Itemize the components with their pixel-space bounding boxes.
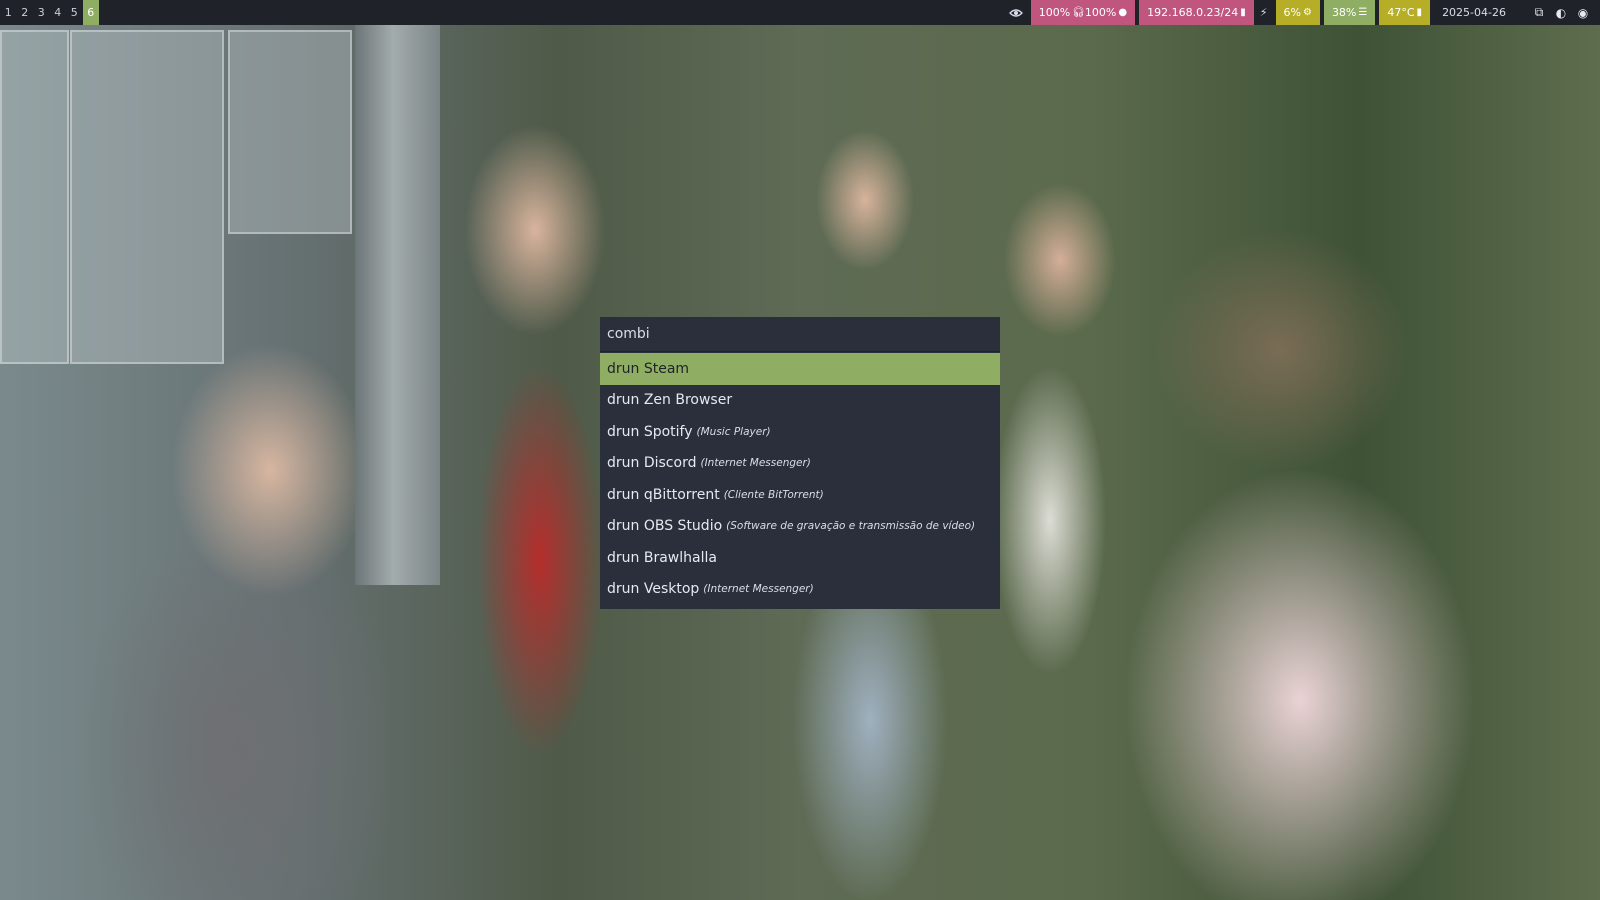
- window-pane: [228, 30, 352, 234]
- item-label: drun Zen Browser: [607, 392, 733, 409]
- microphone-icon: ●: [1118, 7, 1128, 18]
- network-module[interactable]: 192.168.0.23/24 ▮: [1139, 0, 1254, 25]
- item-description: (Software de gravação e transmissão de v…: [726, 520, 976, 533]
- launcher-item-brawlhalla[interactable]: drun Brawlhalla: [600, 542, 1000, 574]
- launcher-item-zen-browser[interactable]: drun Zen Browser: [600, 385, 1000, 417]
- item-label: drun qBittorrent: [607, 486, 720, 503]
- workspace-1[interactable]: 1: [0, 0, 17, 25]
- memory-module[interactable]: 38% ☰: [1323, 0, 1376, 25]
- item-label: drun OBS Studio: [607, 518, 723, 535]
- cpu-module[interactable]: 6% ⚙: [1275, 0, 1320, 25]
- steam-icon[interactable]: ◐: [1553, 6, 1569, 20]
- volume-value: 100%: [1038, 6, 1071, 19]
- cpu-value: 6%: [1283, 6, 1301, 19]
- lightning-icon: ⚡︎: [1259, 6, 1268, 19]
- item-label: drun Vesktop: [607, 581, 700, 598]
- launcher-item-obs-studio[interactable]: drun OBS Studio (Software de gravação e …: [600, 511, 1000, 543]
- item-label: drun Spotify: [607, 423, 693, 440]
- system-tray: ⧉ ◐ ◉: [1528, 0, 1594, 25]
- item-label: drun Steam: [607, 360, 690, 377]
- mic-value: 100%: [1084, 6, 1117, 19]
- headphones-icon: 🎧︎: [1072, 7, 1085, 18]
- window-icon[interactable]: ⧉: [1531, 5, 1547, 20]
- clock-module[interactable]: 2025-04-26: [1434, 0, 1514, 25]
- temperature-module[interactable]: 47°C ▮: [1379, 0, 1431, 25]
- memory-icon: ☰: [1358, 7, 1368, 18]
- workspace-6[interactable]: 6: [82, 0, 99, 25]
- item-label: drun Brawlhalla: [607, 549, 717, 566]
- top-bar: 1 2 3 4 5 6 100% 🎧︎ 100% ● 192.168.0.23/…: [0, 0, 1600, 25]
- item-description: (Music Player): [696, 425, 771, 438]
- cpu-icon: ⚙: [1302, 7, 1312, 18]
- workspace-2[interactable]: 2: [17, 0, 34, 25]
- app-launcher: combi drun Steam drun Zen Browser drun S…: [600, 317, 1000, 609]
- launcher-item-steam[interactable]: drun Steam: [600, 353, 1000, 385]
- launcher-search-input[interactable]: combi: [600, 317, 1000, 352]
- item-description: (Cliente BitTorrent): [723, 488, 824, 501]
- pipe: [355, 25, 440, 585]
- memory-value: 38%: [1331, 6, 1357, 19]
- power-module[interactable]: ⚡︎: [1256, 0, 1272, 25]
- window-pane: [70, 30, 224, 364]
- date-value: 2025-04-26: [1442, 6, 1506, 19]
- bar-spacer: [99, 0, 1003, 25]
- item-label: drun Discord: [607, 455, 697, 472]
- launcher-item-spotify[interactable]: drun Spotify (Music Player): [600, 416, 1000, 448]
- item-description: (Internet Messenger): [703, 583, 814, 596]
- thermometer-icon: ▮: [1416, 7, 1423, 18]
- privacy-module[interactable]: [1005, 0, 1027, 25]
- launcher-prompt: combi: [607, 326, 650, 342]
- launcher-list: drun Steam drun Zen Browser drun Spotify…: [600, 352, 1000, 605]
- launcher-item-vesktop[interactable]: drun Vesktop (Internet Messenger): [600, 574, 1000, 606]
- audio-module[interactable]: 100% 🎧︎ 100% ●: [1030, 0, 1136, 25]
- ethernet-icon: ▮: [1240, 7, 1246, 18]
- network-value: 192.168.0.23/24: [1147, 6, 1239, 19]
- window-pane: [0, 30, 69, 364]
- workspace-3[interactable]: 3: [33, 0, 50, 25]
- eye-icon: [1008, 8, 1023, 17]
- temperature-value: 47°C: [1387, 6, 1415, 19]
- workspace-4[interactable]: 4: [50, 0, 67, 25]
- launcher-item-discord[interactable]: drun Discord (Internet Messenger): [600, 448, 1000, 480]
- discord-icon[interactable]: ◉: [1575, 6, 1591, 20]
- item-description: (Internet Messenger): [700, 457, 811, 470]
- launcher-item-qbittorrent[interactable]: drun qBittorrent (Cliente BitTorrent): [600, 479, 1000, 511]
- workspace-5[interactable]: 5: [66, 0, 83, 25]
